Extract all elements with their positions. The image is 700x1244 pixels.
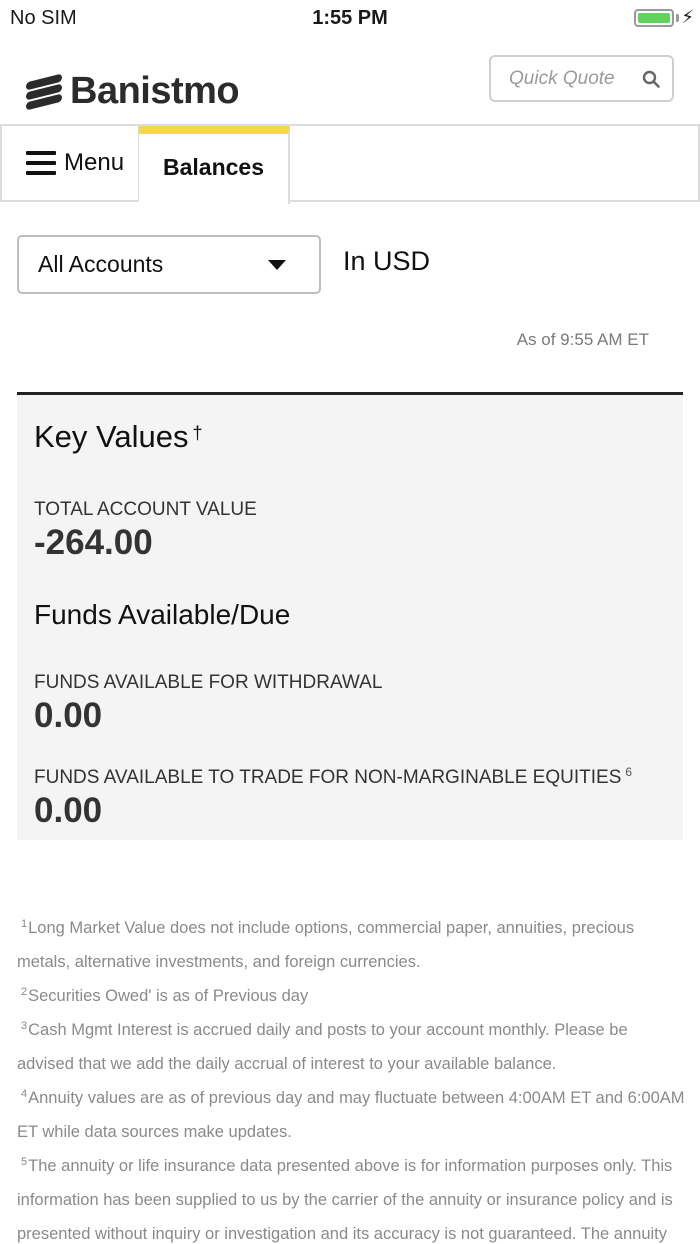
account-dropdown-value: All Accounts <box>38 251 164 277</box>
clock: 1:55 PM <box>312 7 388 29</box>
footnote-3: 3Cash Mgmt Interest is accrued daily and… <box>17 1013 687 1081</box>
total-account-value: -264.00 <box>34 523 153 562</box>
trade-funds-value: 0.00 <box>34 791 103 830</box>
funds-section-title: Funds Available/Due <box>34 599 291 630</box>
footnote-number: 3 <box>21 1020 28 1032</box>
key-values-marker: † <box>192 423 203 443</box>
as-of-timestamp: As of 9:55 AM ET <box>516 330 649 349</box>
brand-name: Banistmo <box>70 69 240 112</box>
trade-funds-label: FUNDS AVAILABLE TO TRADE FOR NON-MARGINA… <box>34 765 632 789</box>
footnote-text: The annuity or life insurance data prese… <box>17 1157 673 1243</box>
key-values-panel: Key Values † TOTAL ACCOUNT VALUE -264.00 … <box>17 392 683 840</box>
hamburger-icon <box>26 151 56 175</box>
key-values-title: Key Values † <box>34 419 203 455</box>
search-icon[interactable] <box>642 70 660 88</box>
footnote-text: Cash Mgmt Interest is accrued daily and … <box>17 1021 628 1073</box>
footnote-5: 5The annuity or life insurance data pres… <box>17 1149 687 1244</box>
footnote-text: Annuity values are as of previous day an… <box>17 1089 685 1141</box>
quick-quote-box <box>489 55 674 102</box>
tab-bar: Menu Balances <box>0 124 700 204</box>
menu-button[interactable]: Menu <box>0 126 140 202</box>
menu-label: Menu <box>64 149 125 176</box>
withdrawal-value: 0.00 <box>34 696 103 735</box>
footnote-number: 4 <box>21 1088 28 1100</box>
footnote-text: Long Market Value does not include optio… <box>17 919 635 971</box>
trade-funds-footnote-marker[interactable]: 6 <box>625 765 632 779</box>
tab-balances-label: Balances <box>162 153 264 180</box>
footnote-number: 2 <box>21 986 28 998</box>
footnote-2: 2Securities Owed' is as of Previous day <box>17 979 687 1013</box>
footnote-number: 5 <box>21 1156 28 1168</box>
trade-funds-label-text: FUNDS AVAILABLE TO TRADE FOR NON-MARGINA… <box>34 767 622 788</box>
battery-icon <box>634 9 674 27</box>
footnote-text: Securities Owed' is as of Previous day <box>28 987 309 1005</box>
battery-tip <box>676 14 679 22</box>
app-header: Banistmo <box>0 40 700 124</box>
footnote-number: 1 <box>21 918 28 930</box>
footnotes: 1Long Market Value does not include opti… <box>17 911 687 1244</box>
key-values-title-text: Key Values <box>34 419 189 454</box>
footnote-1: 1Long Market Value does not include opti… <box>17 911 687 979</box>
footnote-4: 4Annuity values are as of previous day a… <box>17 1081 687 1149</box>
currency-label: In USD <box>343 246 431 276</box>
quick-quote-input[interactable] <box>509 67 629 90</box>
chevron-down-icon <box>268 260 286 270</box>
charging-bolt-icon: ⚡ <box>681 7 694 27</box>
withdrawal-label: FUNDS AVAILABLE FOR WITHDRAWAL <box>34 672 383 693</box>
account-dropdown[interactable]: All Accounts <box>17 235 321 294</box>
brand-logo[interactable]: Banistmo <box>24 69 240 112</box>
tab-balances[interactable]: Balances <box>139 126 290 204</box>
total-account-value-label: TOTAL ACCOUNT VALUE <box>34 499 257 520</box>
banistmo-logo-icon <box>24 72 66 111</box>
status-bar: No SIM 1:55 PM ⚡ <box>0 0 700 36</box>
